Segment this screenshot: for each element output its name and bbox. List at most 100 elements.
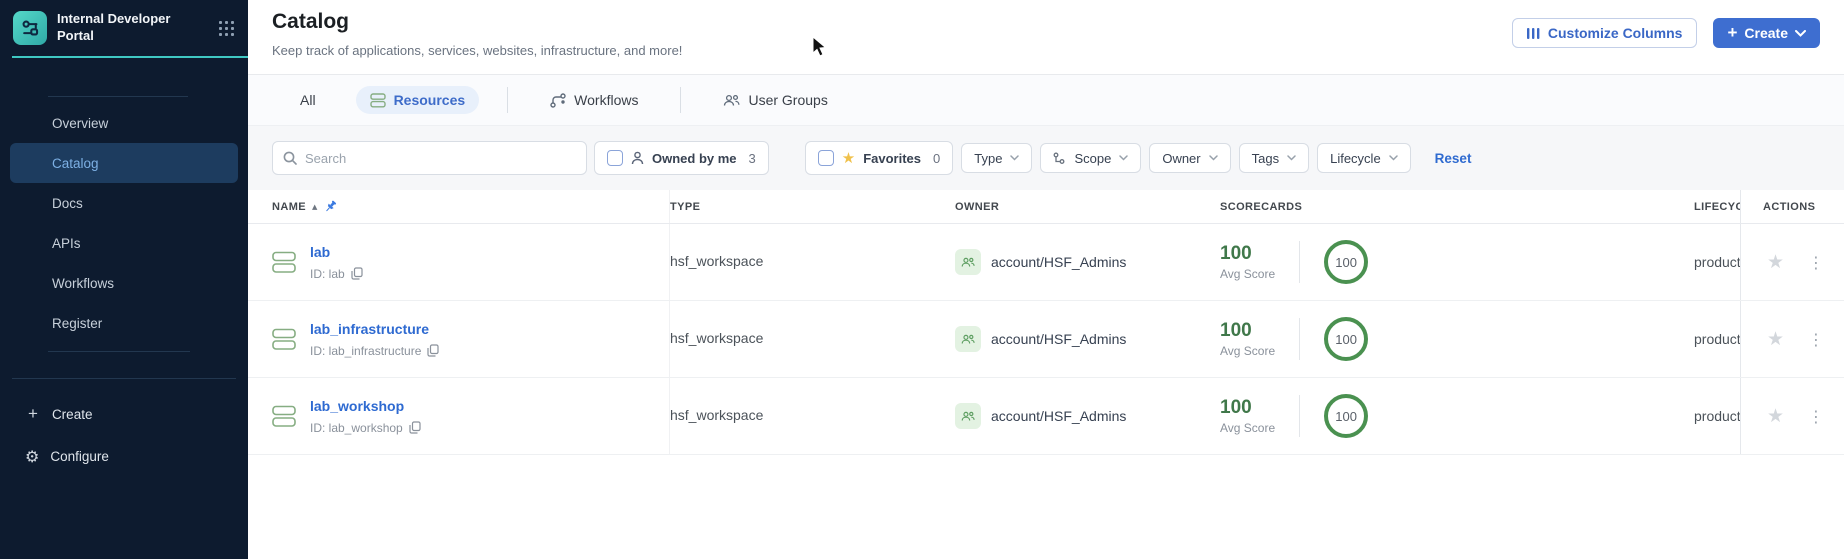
hierarchy-icon: [1054, 152, 1065, 164]
column-header-lifecycle[interactable]: LIFECYCLE: [1694, 201, 1740, 213]
columns-icon: [1526, 27, 1540, 39]
user-groups-icon: [724, 94, 741, 106]
sidebar-header: Internal Developer Portal: [0, 0, 248, 56]
score-divider: [1299, 395, 1301, 437]
sidebar-item-catalog[interactable]: Catalog: [10, 143, 238, 183]
tab-workflows-label: Workflows: [574, 92, 639, 108]
chevron-down-icon: [1287, 155, 1296, 161]
sidebar-item-apis[interactable]: APIs: [10, 223, 238, 263]
owned-by-me-count: 3: [748, 150, 756, 166]
copy-icon[interactable]: [427, 344, 439, 357]
create-button[interactable]: + Create: [1713, 18, 1820, 48]
favorite-star-icon[interactable]: ★: [1767, 251, 1784, 273]
sidebar-configure-label: Configure: [50, 448, 109, 464]
column-header-type[interactable]: TYPE: [670, 201, 955, 213]
row-menu-icon[interactable]: ⋮: [1808, 253, 1824, 272]
sidebar-item-register[interactable]: Register: [10, 303, 238, 343]
sort-ascending-icon[interactable]: ▲: [312, 203, 318, 211]
column-header-owner[interactable]: OWNER: [955, 201, 1220, 213]
pin-icon[interactable]: [324, 200, 338, 214]
sidebar-accent-line: [12, 56, 248, 58]
table-row[interactable]: lab_workshop ID: lab_workshop hsf_worksp…: [248, 378, 1844, 455]
column-header-scorecards[interactable]: SCORECARDS: [1220, 201, 1694, 213]
scorecard-ring[interactable]: 100: [1324, 394, 1369, 438]
favorite-star-icon[interactable]: ★: [1767, 328, 1784, 350]
avg-score-value: 100: [1220, 243, 1252, 264]
resource-stack-icon: [272, 328, 296, 350]
chevron-down-icon: [1795, 29, 1806, 37]
tab-resources[interactable]: Resources: [355, 86, 480, 114]
sidebar-item-docs[interactable]: Docs: [10, 183, 238, 223]
tab-all-label: All: [300, 92, 316, 108]
copy-icon[interactable]: [351, 267, 363, 280]
row-menu-icon[interactable]: ⋮: [1808, 330, 1824, 349]
chevron-down-icon: [1010, 155, 1020, 161]
scope-filter-dropdown[interactable]: Scope: [1040, 143, 1142, 173]
favorite-star-icon[interactable]: ★: [1767, 405, 1784, 427]
lifecycle-filter-label: Lifecycle: [1330, 150, 1381, 166]
sidebar-divider: [48, 96, 188, 97]
avg-score-label: Avg Score: [1220, 267, 1276, 281]
score-divider: [1299, 241, 1301, 283]
search-box[interactable]: [272, 141, 587, 175]
owner-filter-dropdown[interactable]: Owner: [1149, 143, 1231, 173]
owned-by-me-filter[interactable]: Owned by me 3: [594, 141, 769, 175]
search-input[interactable]: [305, 150, 576, 166]
tab-user-groups-label: User Groups: [748, 92, 828, 108]
app-window: Internal Developer Portal Overview Catal…: [0, 0, 1844, 559]
tags-filter-dropdown[interactable]: Tags: [1238, 143, 1310, 173]
resource-stack-icon: [272, 251, 296, 273]
favorites-filter[interactable]: ★ Favorites 0: [804, 141, 954, 175]
scorecard-ring[interactable]: 100: [1324, 240, 1369, 284]
customize-columns-label: Customize Columns: [1547, 25, 1683, 41]
lifecycle-filter-dropdown[interactable]: Lifecycle: [1317, 143, 1411, 173]
entity-name-link[interactable]: lab_workshop: [310, 398, 404, 414]
tab-resources-label: Resources: [393, 92, 466, 108]
resource-stack-icon: [272, 405, 296, 427]
owned-by-me-checkbox[interactable]: [607, 150, 623, 166]
entity-type: hsf_workspace: [670, 407, 764, 423]
entity-id: ID: lab_workshop: [310, 420, 403, 435]
page-header: Catalog Keep track of applications, serv…: [248, 0, 1844, 75]
type-filter-dropdown[interactable]: Type: [961, 143, 1033, 173]
star-icon: ★: [841, 149, 856, 167]
entity-name-link[interactable]: lab_infrastructure: [310, 321, 429, 337]
tab-all[interactable]: All: [286, 86, 330, 114]
reset-filters-link[interactable]: Reset: [1435, 151, 1472, 166]
customize-columns-button[interactable]: Customize Columns: [1511, 18, 1698, 48]
page-title: Catalog: [272, 10, 350, 33]
entity-lifecycle: production: [1694, 408, 1740, 424]
column-header-name[interactable]: NAME ▲: [272, 190, 670, 223]
sidebar-item-overview[interactable]: Overview: [10, 103, 238, 143]
page-subtitle: Keep track of applications, services, we…: [272, 43, 683, 58]
catalog-table: NAME ▲ TYPE OWNER SCORECARDS LIFECYCLE: [248, 190, 1844, 559]
sidebar-item-workflows[interactable]: Workflows: [10, 263, 238, 303]
favorites-checkbox[interactable]: [817, 150, 834, 166]
module-grid-icon[interactable]: [219, 20, 234, 36]
table-row[interactable]: lab ID: lab hsf_workspace account/HSF_Ad…: [248, 224, 1844, 301]
scorecard-ring[interactable]: 100: [1324, 317, 1369, 361]
tab-user-groups[interactable]: User Groups: [709, 86, 841, 114]
favorites-label: Favorites: [863, 150, 922, 166]
entity-owner: account/HSF_Admins: [991, 254, 1127, 270]
tab-workflows[interactable]: Workflows: [536, 86, 652, 114]
tags-filter-label: Tags: [1251, 150, 1280, 166]
type-filter-label: Type: [974, 150, 1003, 166]
table-row[interactable]: lab_infrastructure ID: lab_infrastructur…: [248, 301, 1844, 378]
sidebar-create-button[interactable]: + Create: [0, 395, 248, 433]
row-menu-icon[interactable]: ⋮: [1808, 407, 1824, 426]
sidebar-configure-button[interactable]: ⚙ Configure: [0, 437, 248, 475]
app-logo-icon[interactable]: [13, 11, 47, 45]
table-header-row: NAME ▲ TYPE OWNER SCORECARDS LIFECYCLE: [248, 190, 1844, 224]
app-title: Internal Developer Portal: [57, 11, 171, 43]
plus-icon: +: [28, 404, 38, 423]
owner-group-icon: [955, 326, 981, 352]
owner-group-icon: [955, 403, 981, 429]
tab-divider: [507, 87, 509, 113]
entity-name-link[interactable]: lab: [310, 244, 330, 260]
chevron-down-icon: [1119, 155, 1129, 161]
copy-icon[interactable]: [409, 421, 421, 434]
search-icon: [283, 151, 297, 165]
avg-score-value: 100: [1220, 320, 1252, 341]
sidebar-divider: [48, 351, 190, 352]
